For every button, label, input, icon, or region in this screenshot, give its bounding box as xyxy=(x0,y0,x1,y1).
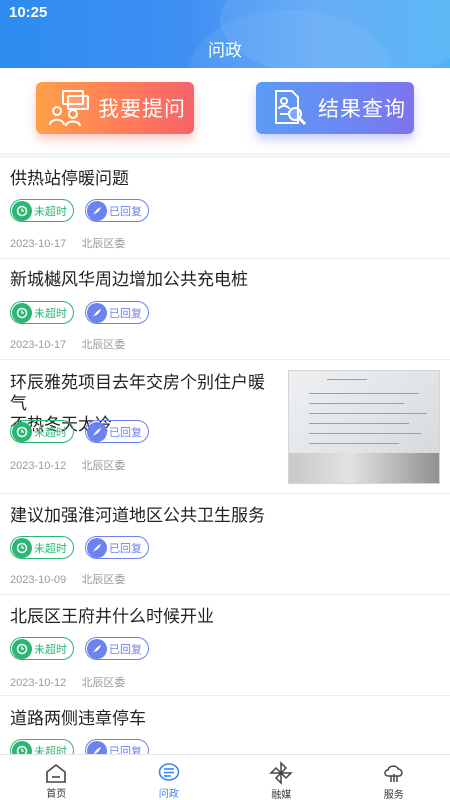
timeout-status-label: 未超时 xyxy=(34,643,67,656)
people-chat-icon xyxy=(46,87,92,129)
item-tags: 未超时 已回复 xyxy=(10,739,160,754)
ask-question-label: 我要提问 xyxy=(98,98,186,121)
tab-home[interactable]: 首页 xyxy=(0,755,113,800)
pinwheel-icon xyxy=(269,761,294,785)
item-date: 2023-10-12 xyxy=(10,677,67,689)
timeout-status-label: 未超时 xyxy=(34,542,67,555)
item-date: 2023-10-09 xyxy=(10,574,67,586)
reply-status-label: 已回复 xyxy=(109,542,142,555)
item-tags: 未超时 已回复 xyxy=(10,199,160,222)
header-bar: 10:25 问政 xyxy=(0,0,450,68)
reply-status-badge: 已回复 xyxy=(85,739,149,754)
result-query-button[interactable]: 结果查询 xyxy=(256,82,414,134)
timeout-status-badge: 未超时 xyxy=(10,637,74,660)
feather-icon xyxy=(87,200,107,221)
tab-wenzheng[interactable]: 问政 xyxy=(113,755,226,800)
item-tags: 未超时 已回复 xyxy=(10,536,160,559)
clock-icon xyxy=(12,421,32,442)
list-item[interactable]: 建议加强淮河道地区公共卫生服务 未超时 已回复 2023-10-09 北辰区委 xyxy=(0,494,450,595)
tab-service[interactable]: 服务 xyxy=(338,755,450,800)
tab-rongmei[interactable]: 融媒 xyxy=(225,755,338,800)
item-title-line: 环辰雅苑项目去年交房个别住户暖气 xyxy=(10,373,265,413)
list-item[interactable]: 北辰区王府井什么时候开业 未超时 已回复 2023-10-12 北辰区委 xyxy=(0,595,450,696)
item-title: 建议加强淮河道地区公共卫生服务 xyxy=(10,506,265,525)
timeout-status-badge: 未超时 xyxy=(10,199,74,222)
item-department: 北辰区委 xyxy=(81,460,126,472)
tab-wenzheng-label: 问政 xyxy=(158,789,179,800)
item-title: 道路两侧违章停车 xyxy=(10,709,146,728)
timeout-status-label: 未超时 xyxy=(34,307,67,320)
page-title: 问政 xyxy=(208,41,242,60)
feather-icon xyxy=(87,638,107,659)
item-date: 2023-10-12 xyxy=(10,460,67,472)
list-item[interactable]: 道路两侧违章停车 未超时 已回复 xyxy=(0,696,450,754)
timeout-status-label: 未超时 xyxy=(34,205,67,218)
clock-icon xyxy=(12,537,32,558)
item-meta: 2023-10-09 北辰区委 xyxy=(10,571,137,587)
reply-status-label: 已回复 xyxy=(109,426,142,439)
list-item[interactable]: 供热站停暖问题 未超时 已回复 2023-10-17 北辰区委 xyxy=(0,158,450,259)
reply-status-label: 已回复 xyxy=(109,307,142,320)
timeout-status-badge: 未超时 xyxy=(10,739,74,754)
item-meta: 2023-10-17 北辰区委 xyxy=(10,235,137,251)
clock-icon xyxy=(12,638,32,659)
item-meta: 2023-10-12 北辰区委 xyxy=(10,457,137,473)
item-title: 供热站停暖问题 xyxy=(10,169,129,188)
item-department: 北辰区委 xyxy=(81,574,126,586)
item-title: 北辰区王府井什么时候开业 xyxy=(10,607,214,626)
home-icon xyxy=(44,761,68,784)
tab-home-label: 首页 xyxy=(46,789,67,800)
item-date: 2023-10-17 xyxy=(10,238,67,250)
item-tags: 未超时 已回复 xyxy=(10,301,160,324)
message-list-icon xyxy=(157,761,181,784)
reply-status-badge: 已回复 xyxy=(85,301,149,324)
item-date: 2023-10-17 xyxy=(10,339,67,351)
ask-question-button[interactable]: 我要提问 xyxy=(36,82,194,134)
feather-icon xyxy=(87,537,107,558)
clock-icon xyxy=(12,302,32,323)
document-photo-thumbnail[interactable] xyxy=(288,370,440,484)
reply-status-label: 已回复 xyxy=(109,643,142,656)
item-tags: 未超时 已回复 xyxy=(10,420,160,443)
tab-service-label: 服务 xyxy=(383,790,404,800)
item-department: 北辰区委 xyxy=(81,339,126,351)
document-search-icon xyxy=(266,87,312,129)
item-tags: 未超时 已回复 xyxy=(10,637,160,660)
reply-status-badge: 已回复 xyxy=(85,637,149,660)
timeout-status-badge: 未超时 xyxy=(10,420,74,443)
timeout-status-label: 未超时 xyxy=(34,426,67,439)
item-department: 北辰区委 xyxy=(81,238,126,250)
timeout-status-label: 未超时 xyxy=(34,745,67,755)
reply-status-label: 已回复 xyxy=(109,745,142,755)
reply-status-badge: 已回复 xyxy=(85,199,149,222)
reply-status-label: 已回复 xyxy=(109,205,142,218)
question-list: 供热站停暖问题 未超时 已回复 2023-10-17 北辰区委 新城樾风华周边增… xyxy=(0,158,450,754)
result-query-label: 结果查询 xyxy=(318,98,406,121)
bottom-tab-bar: 首页 问政 融媒 服务 xyxy=(0,754,450,800)
feather-icon xyxy=(87,421,107,442)
timeout-status-badge: 未超时 xyxy=(10,301,74,324)
reply-status-badge: 已回复 xyxy=(85,420,149,443)
tab-rongmei-label: 融媒 xyxy=(271,790,292,800)
item-title: 新城樾风华周边增加公共充电桩 xyxy=(10,270,248,289)
cloud-service-icon xyxy=(382,761,406,785)
item-department: 北辰区委 xyxy=(81,677,126,689)
status-time: 10:25 xyxy=(9,4,48,21)
item-meta: 2023-10-17 北辰区委 xyxy=(10,336,137,352)
reply-status-badge: 已回复 xyxy=(85,536,149,559)
clock-icon xyxy=(12,740,32,754)
action-area: 我要提问 结果查询 xyxy=(0,68,450,153)
clock-icon xyxy=(12,200,32,221)
item-meta: 2023-10-12 北辰区委 xyxy=(10,674,137,690)
list-item[interactable]: 新城樾风华周边增加公共充电桩 未超时 已回复 2023-10-17 北辰区委 xyxy=(0,259,450,360)
timeout-status-badge: 未超时 xyxy=(10,536,74,559)
feather-icon xyxy=(87,740,107,754)
list-item[interactable]: 环辰雅苑项目去年交房个别住户暖气 不热冬天太冷 未超时 已回复 2023-10-… xyxy=(0,360,450,494)
feather-icon xyxy=(87,302,107,323)
